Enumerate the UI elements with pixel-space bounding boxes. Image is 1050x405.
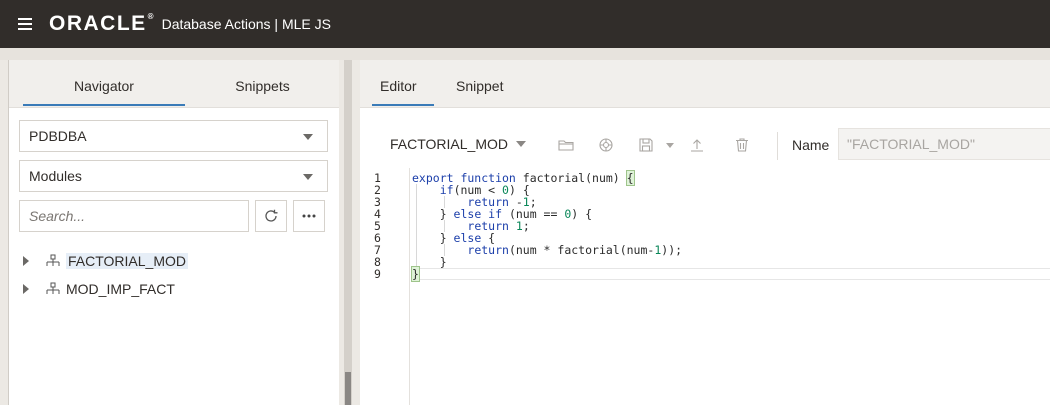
active-tab-indicator (372, 104, 434, 106)
code-editor[interactable]: 1 2 3 4 5 6 7 8 9 export function factor… (360, 168, 1050, 405)
name-label: Name (792, 137, 830, 153)
tab-navigator[interactable]: Navigator (23, 78, 185, 94)
expand-arrow-icon[interactable] (23, 284, 29, 294)
save-dropdown-icon[interactable] (660, 135, 680, 155)
tab-snippets[interactable]: Snippets (185, 78, 340, 94)
line-number: 9 (374, 267, 381, 281)
chevron-down-icon (303, 134, 313, 140)
module-select[interactable]: FACTORIAL_MOD (390, 136, 526, 152)
expand-arrow-icon[interactable] (23, 256, 29, 266)
line-number-gutter: 1 2 3 4 5 6 7 8 9 (360, 168, 410, 405)
current-line-highlight (411, 268, 1050, 280)
module-icon (45, 282, 61, 296)
header-strip (0, 48, 1050, 60)
top-bar: ORACLE® Database Actions | MLE JS (0, 0, 1050, 48)
module-icon (45, 254, 61, 268)
upload-icon[interactable] (687, 135, 707, 155)
module-name-field[interactable]: "FACTORIAL_MOD" (838, 128, 1050, 160)
tree-item-label: MOD_IMP_FACT (66, 281, 175, 297)
splitter-handle[interactable] (345, 372, 351, 405)
right-tab-bar: Editor Snippet (360, 60, 1050, 108)
open-folder-icon[interactable] (556, 135, 576, 155)
tree-item-factorial-mod[interactable]: FACTORIAL_MOD (23, 250, 188, 272)
tree-item-label: FACTORIAL_MOD (66, 253, 188, 269)
left-tab-bar: Navigator Snippets (9, 60, 339, 108)
schema-select-value: PDBDBA (29, 128, 87, 144)
environment-icon[interactable] (596, 135, 616, 155)
tab-editor[interactable]: Editor (380, 78, 417, 94)
refresh-button[interactable] (255, 200, 287, 232)
hamburger-menu-icon[interactable] (18, 18, 32, 30)
more-actions-button[interactable] (293, 200, 325, 232)
module-select-value: FACTORIAL_MOD (390, 136, 508, 152)
delete-icon[interactable] (732, 135, 752, 155)
code-line: return(num * factorial(num-1)); (467, 243, 683, 257)
chevron-down-icon (516, 141, 526, 147)
chevron-down-icon (303, 174, 313, 180)
active-tab-indicator (23, 104, 185, 106)
toolbar-separator (777, 132, 778, 160)
oracle-logo: ORACLE® (49, 12, 154, 35)
save-icon[interactable] (636, 135, 656, 155)
code-line: } (411, 266, 420, 282)
tree-item-mod-imp-fact[interactable]: MOD_IMP_FACT (23, 278, 175, 300)
more-icon (302, 214, 316, 218)
object-type-select-value: Modules (29, 168, 82, 184)
app-title: Database Actions | MLE JS (161, 16, 331, 32)
panel-splitter[interactable] (344, 60, 352, 405)
object-type-select[interactable]: Modules (19, 160, 328, 192)
navigator-panel: Navigator Snippets PDBDBA Modules Search… (8, 60, 339, 405)
schema-select[interactable]: PDBDBA (19, 120, 328, 152)
editor-toolbar: FACTORIAL_MOD Name "FACTORIAL_MOD" (360, 124, 1050, 164)
editor-panel: Editor Snippet FACTORIAL_MOD Name "FACTO… (360, 60, 1050, 405)
search-input[interactable]: Search... (19, 200, 249, 232)
tab-snippet[interactable]: Snippet (456, 78, 503, 94)
refresh-icon (265, 209, 278, 222)
